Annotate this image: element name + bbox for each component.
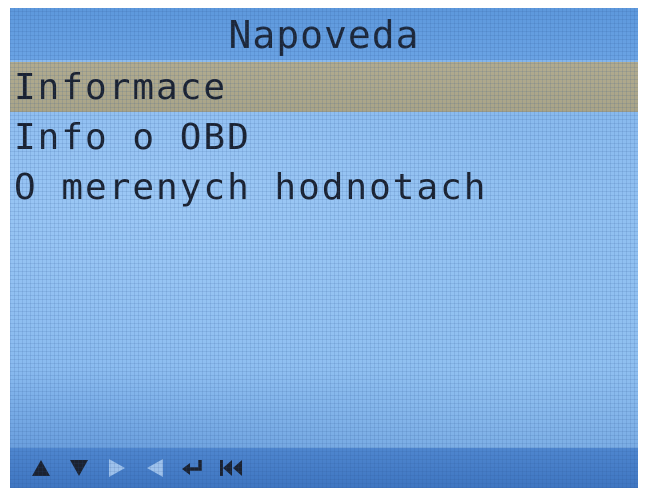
menu-item-o-merenych-hodnotach[interactable]: O merenych hodnotach <box>10 162 638 212</box>
key-hint-bar <box>10 448 638 488</box>
help-menu: Informace Info o OBD O merenych hodnotac… <box>10 62 638 212</box>
menu-item-label: O merenych hodnotach <box>14 166 488 208</box>
menu-item-info-o-obd[interactable]: Info o OBD <box>10 112 638 162</box>
screen-title: Napoveda <box>228 13 420 57</box>
enter-icon[interactable] <box>180 455 206 481</box>
right-arrow-icon <box>104 455 130 481</box>
left-arrow-icon <box>142 455 168 481</box>
menu-item-informace[interactable]: Informace <box>10 62 638 112</box>
menu-item-label: Informace <box>14 66 228 108</box>
down-arrow-icon[interactable] <box>66 455 92 481</box>
up-arrow-icon[interactable] <box>28 455 54 481</box>
menu-item-label: Info o OBD <box>14 116 251 158</box>
device-screen: Napoveda Informace Info o OBD O merenych… <box>10 8 638 488</box>
back-to-start-icon[interactable] <box>218 455 244 481</box>
title-bar: Napoveda <box>10 8 638 60</box>
